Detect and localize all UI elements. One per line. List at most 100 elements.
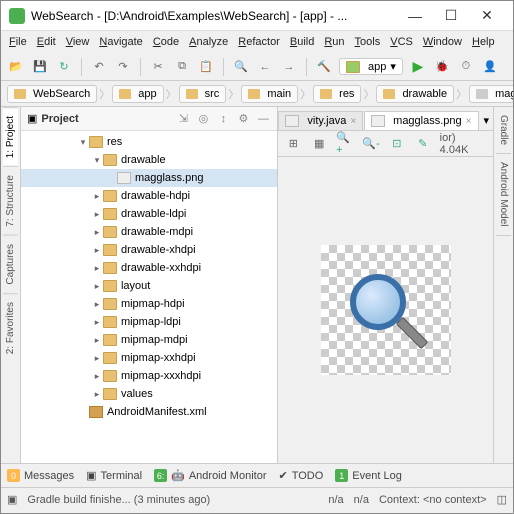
project-view-icon[interactable]: ▣ xyxy=(27,112,37,125)
editor-tab[interactable]: vity.java× xyxy=(278,111,363,130)
breadcrumb-item[interactable]: drawable xyxy=(376,85,454,103)
expand-arrow-icon[interactable]: ▸ xyxy=(91,245,103,256)
close-tab-icon[interactable]: × xyxy=(466,116,472,127)
bottom-tab-androidmonitor[interactable]: 6:🤖Android Monitor xyxy=(154,469,266,482)
tree-node[interactable]: ▸mipmap-ldpi xyxy=(21,313,277,331)
expand-arrow-icon[interactable]: ▸ xyxy=(91,263,103,274)
tree-node[interactable]: ▸drawable-xxhdpi xyxy=(21,259,277,277)
tree-node[interactable]: ▾drawable xyxy=(21,151,277,169)
back-icon[interactable]: ← xyxy=(256,58,274,76)
expand-arrow-icon[interactable]: ▸ xyxy=(91,335,103,346)
bottom-tab-terminal[interactable]: ▣Terminal xyxy=(86,469,142,482)
menu-build[interactable]: Build xyxy=(286,34,318,50)
tree-node[interactable]: ▸drawable-ldpi xyxy=(21,205,277,223)
sync-icon[interactable]: ↻ xyxy=(55,58,73,76)
menu-file[interactable]: File xyxy=(5,34,31,50)
cut-icon[interactable]: ✂ xyxy=(149,58,167,76)
forward-icon[interactable]: → xyxy=(280,58,298,76)
expand-arrow-icon[interactable]: ▸ xyxy=(91,317,103,328)
tree-node[interactable]: ▸mipmap-xxxhdpi xyxy=(21,367,277,385)
tree-node[interactable]: ▸layout xyxy=(21,277,277,295)
open-icon[interactable]: 📂 xyxy=(7,58,25,76)
color-picker-icon[interactable]: ✎ xyxy=(414,135,432,153)
bottom-tab-todo[interactable]: ✔TODO xyxy=(278,469,323,482)
breadcrumb-item[interactable]: src xyxy=(179,85,227,103)
project-panel-title[interactable]: Project xyxy=(41,113,171,125)
left-tab-project[interactable]: 1: Project xyxy=(3,107,18,166)
expand-arrow-icon[interactable]: ▾ xyxy=(77,137,89,148)
close-tab-icon[interactable]: × xyxy=(350,116,356,127)
menu-analyze[interactable]: Analyze xyxy=(185,34,232,50)
editor-tab[interactable]: magglass.png× xyxy=(364,111,478,130)
undo-icon[interactable]: ↶ xyxy=(90,58,108,76)
breadcrumb-item[interactable]: res xyxy=(313,85,361,103)
tree-node[interactable]: ▸values xyxy=(21,385,277,403)
maximize-button[interactable]: ☐ xyxy=(433,2,469,30)
fit-zoom-icon[interactable]: ⊡ xyxy=(388,135,406,153)
breadcrumb-item[interactable]: magglass.png xyxy=(469,85,513,103)
expand-arrow-icon[interactable]: ▸ xyxy=(91,389,103,400)
menu-run[interactable]: Run xyxy=(320,34,348,50)
bottom-tab-messages[interactable]: 0Messages xyxy=(7,469,74,482)
menu-help[interactable]: Help xyxy=(468,34,499,50)
make-icon[interactable]: 🔨 xyxy=(315,58,333,76)
image-canvas[interactable] xyxy=(278,157,493,463)
tree-node[interactable]: AndroidManifest.xml xyxy=(21,403,277,421)
sort-icon[interactable]: ↕ xyxy=(215,111,231,127)
minimize-button[interactable]: — xyxy=(397,2,433,30)
left-tab-structure[interactable]: 7: Structure xyxy=(3,166,18,235)
tree-node[interactable]: ▸drawable-xhdpi xyxy=(21,241,277,259)
menu-vcs[interactable]: VCS xyxy=(386,34,417,50)
menu-code[interactable]: Code xyxy=(149,34,183,50)
bottom-tab-eventlog[interactable]: 1Event Log xyxy=(335,469,402,482)
expand-arrow-icon[interactable]: ▸ xyxy=(91,227,103,238)
avd-icon[interactable]: 👤 xyxy=(481,58,499,76)
menu-navigate[interactable]: Navigate xyxy=(95,34,146,50)
zoom-out-icon[interactable]: 🔍- xyxy=(362,135,380,153)
breadcrumb-item[interactable]: main xyxy=(241,85,298,103)
tree-node[interactable]: ▾res xyxy=(21,133,277,151)
more-tabs-icon[interactable]: ▾ xyxy=(480,111,494,130)
expand-arrow-icon[interactable]: ▸ xyxy=(91,299,103,310)
zoom-in-icon[interactable]: 🔍+ xyxy=(336,135,354,153)
breadcrumb-item[interactable]: app xyxy=(112,85,163,103)
collapse-icon[interactable]: ⇲ xyxy=(175,111,191,127)
status-indicator-icon[interactable]: ◫ xyxy=(497,493,507,506)
breadcrumb-item[interactable]: WebSearch xyxy=(7,85,97,103)
grid-icon[interactable]: ▦ xyxy=(310,135,328,153)
run-config-selector[interactable]: app ▾ xyxy=(339,58,403,75)
status-icon[interactable]: ▣ xyxy=(7,493,17,506)
run-button[interactable]: ▶ xyxy=(409,58,427,76)
profile-icon[interactable]: ⏱ xyxy=(457,58,475,76)
expand-arrow-icon[interactable]: ▸ xyxy=(91,191,103,202)
right-tab-androidmodel[interactable]: Android Model xyxy=(496,154,511,235)
close-button[interactable]: ✕ xyxy=(469,2,505,30)
menu-edit[interactable]: Edit xyxy=(33,34,60,50)
expand-arrow-icon[interactable]: ▸ xyxy=(91,281,103,292)
tree-node[interactable]: ▸mipmap-xxhdpi xyxy=(21,349,277,367)
hide-icon[interactable]: — xyxy=(255,111,271,127)
expand-arrow-icon[interactable]: ▸ xyxy=(91,209,103,220)
save-icon[interactable]: 💾 xyxy=(31,58,49,76)
menu-tools[interactable]: Tools xyxy=(351,34,385,50)
expand-arrow-icon[interactable]: ▸ xyxy=(91,371,103,382)
expand-arrow-icon[interactable]: ▾ xyxy=(91,155,103,166)
menu-window[interactable]: Window xyxy=(419,34,466,50)
tree-node[interactable]: magglass.png xyxy=(21,169,277,187)
tree-node[interactable]: ▸drawable-hdpi xyxy=(21,187,277,205)
tree-node[interactable]: ▸drawable-mdpi xyxy=(21,223,277,241)
paste-icon[interactable]: 📋 xyxy=(197,58,215,76)
project-tree[interactable]: ▾res▾drawablemagglass.png▸drawable-hdpi▸… xyxy=(21,131,277,463)
copy-icon[interactable]: ⧉ xyxy=(173,58,191,76)
target-icon[interactable]: ◎ xyxy=(195,111,211,127)
find-icon[interactable]: 🔍 xyxy=(232,58,250,76)
right-tab-gradle[interactable]: Gradle xyxy=(496,107,511,154)
left-tab-captures[interactable]: Captures xyxy=(3,235,18,293)
actual-size-icon[interactable]: ⊞ xyxy=(284,135,302,153)
menu-view[interactable]: View xyxy=(62,34,94,50)
tree-node[interactable]: ▸mipmap-mdpi xyxy=(21,331,277,349)
left-tab-favorites[interactable]: 2: Favorites xyxy=(3,293,18,362)
redo-icon[interactable]: ↷ xyxy=(114,58,132,76)
debug-icon[interactable]: 🐞 xyxy=(433,58,451,76)
expand-arrow-icon[interactable]: ▸ xyxy=(91,353,103,364)
